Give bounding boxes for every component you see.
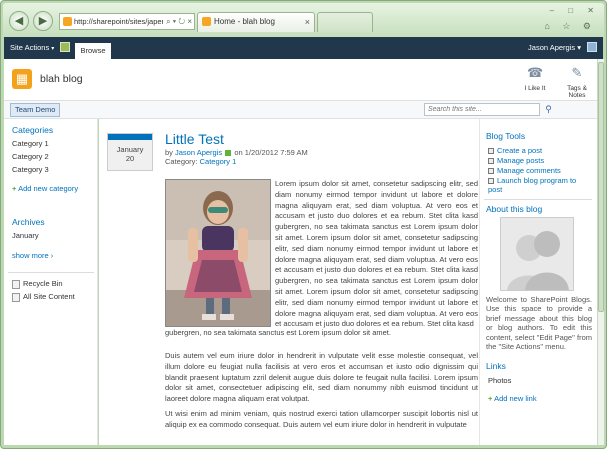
post-paragraph-1: Lorem ipsum dolor sit amet, consetetur s… xyxy=(275,179,478,329)
address-text: http://sharepoint/sites/japerg xyxy=(74,17,169,26)
main-content: January 20 Little Test by Jason Apergis … xyxy=(99,119,479,445)
search-input[interactable] xyxy=(424,103,540,116)
right-divider xyxy=(484,199,592,200)
manage-posts-link[interactable]: Manage posts xyxy=(488,156,592,165)
window-controls[interactable]: – □ ✕ xyxy=(550,6,600,15)
tab-browse[interactable]: Browse xyxy=(75,43,111,59)
links-heading: Links xyxy=(486,361,506,371)
link-photos[interactable]: Photos xyxy=(488,376,511,385)
tags-notes-button[interactable]: ✎ Tags & Notes xyxy=(559,65,595,99)
post-paragraph-3: Ut wisi enim ad minim veniam, quis nostr… xyxy=(165,409,478,429)
blog-avatar xyxy=(500,217,574,291)
add-category-link[interactable]: + Add new category xyxy=(12,184,78,193)
ribbon-bar: Site Actions ▾ Browse Jason Apergis ▾ xyxy=(4,37,603,59)
post-author-link[interactable]: Jason Apergis xyxy=(175,148,222,157)
nav-divider xyxy=(8,272,94,273)
manage-comments-link[interactable]: Manage comments xyxy=(488,166,592,175)
archives-heading[interactable]: Archives xyxy=(12,217,45,227)
date-bar xyxy=(108,134,152,140)
show-more-link[interactable]: show more › xyxy=(12,251,53,260)
new-tab[interactable] xyxy=(317,12,373,32)
user-icon[interactable] xyxy=(587,42,597,52)
add-icon: + xyxy=(488,394,493,403)
close-tab-icon[interactable]: × xyxy=(305,13,310,31)
categories-heading[interactable]: Categories xyxy=(12,125,53,135)
nav-item-team-demo[interactable]: Team Demo xyxy=(10,103,61,117)
browser-toolbar: ◀ ▶ http://sharepoint/sites/japerg ⌕ ▾ ↻… xyxy=(3,3,604,37)
vertical-scrollbar[interactable] xyxy=(597,59,604,445)
nav-archive-january[interactable]: January xyxy=(12,231,39,240)
create-post-link[interactable]: Create a post xyxy=(488,146,592,155)
left-navigation: Categories Category 1 Category 2 Categor… xyxy=(4,119,98,445)
all-site-content-link[interactable]: All Site Content xyxy=(12,292,75,302)
top-navigation: Team Demo ⚲ xyxy=(4,101,603,119)
post-photo xyxy=(165,179,271,327)
post-datetime: 1/20/2012 7:59 AM xyxy=(244,148,308,157)
title-area: ▦ blah blog ☎ I Like It ✎ Tags & Notes xyxy=(4,59,603,101)
site-title[interactable]: blah blog xyxy=(40,73,83,85)
launch-blog-program-link[interactable]: Launch blog program to post xyxy=(488,176,592,194)
like-it-label: I Like It xyxy=(524,85,546,92)
nav-category-2[interactable]: Category 2 xyxy=(12,152,49,161)
nav-category-1[interactable]: Category 1 xyxy=(12,139,49,148)
post-category-link[interactable]: Category 1 xyxy=(200,157,237,166)
tags-notes-label: Tags & Notes xyxy=(567,85,587,99)
like-it-button[interactable]: ☎ I Like It xyxy=(517,65,553,92)
post-meta: by Jason Apergis on 1/20/2012 7:59 AM Ca… xyxy=(165,148,308,166)
post-paragraph-1-tail: gubergren, no sea takimata sanctus est L… xyxy=(165,328,391,337)
silhouette-icon xyxy=(507,231,569,290)
thumbs-up-icon: ☎ xyxy=(527,65,544,80)
presence-icon xyxy=(225,150,232,157)
browser-toolbar-icons[interactable]: ⌂ ☆ ⚙ xyxy=(544,21,596,32)
plus-box-icon xyxy=(488,148,494,155)
right-column: Blog Tools Create a post Manage posts Ma… xyxy=(479,119,597,445)
plus-box-icon xyxy=(488,168,494,175)
tab-active[interactable]: Home - blah blog × xyxy=(197,12,315,32)
add-link-button[interactable]: + Add new link xyxy=(488,394,537,403)
post-day: 20 xyxy=(125,154,135,163)
scrollbar-thumb[interactable] xyxy=(598,62,604,312)
about-blog-text: Welcome to SharePoint Blogs. Use this sp… xyxy=(486,295,592,352)
page-icon xyxy=(63,17,72,26)
post-date-box: January 20 xyxy=(107,133,153,171)
site-logo-icon[interactable]: ▦ xyxy=(12,69,32,89)
post-title[interactable]: Little Test xyxy=(165,131,224,147)
site-actions-menu[interactable]: Site Actions ▾ xyxy=(10,43,54,52)
blog-tools-heading: Blog Tools xyxy=(486,131,526,141)
post-month: January xyxy=(116,145,144,154)
back-button[interactable]: ◀ xyxy=(9,11,29,31)
site-content-icon xyxy=(12,292,20,302)
browser-window: ◀ ▶ http://sharepoint/sites/japerg ⌕ ▾ ↻… xyxy=(0,0,607,449)
add-icon: + xyxy=(12,184,17,193)
address-bar[interactable]: http://sharepoint/sites/japerg ⌕ ▾ ↻ × xyxy=(59,13,195,30)
recycle-bin-link[interactable]: Recycle Bin xyxy=(12,279,63,289)
forward-button[interactable]: ▶ xyxy=(33,11,53,31)
about-blog-heading: About this blog xyxy=(486,204,543,214)
edit-page-icon[interactable] xyxy=(60,42,70,52)
search-icon[interactable]: ⚲ xyxy=(542,103,555,116)
tab-favicon-icon xyxy=(202,17,211,26)
user-menu[interactable]: Jason Apergis ▾ xyxy=(528,43,581,52)
address-controls[interactable]: ⌕ ▾ ↻ × xyxy=(163,14,192,29)
tag-icon: ✎ xyxy=(571,65,583,80)
recycle-bin-icon xyxy=(12,279,20,289)
nav-category-3[interactable]: Category 3 xyxy=(12,165,49,174)
child-photo-image xyxy=(166,180,270,326)
tab-active-label: Home - blah blog xyxy=(214,17,275,26)
plus-box-icon xyxy=(488,178,494,185)
plus-box-icon xyxy=(488,158,494,165)
post-paragraph-2: Duis autem vel eum iriure dolor in hendr… xyxy=(165,351,478,404)
